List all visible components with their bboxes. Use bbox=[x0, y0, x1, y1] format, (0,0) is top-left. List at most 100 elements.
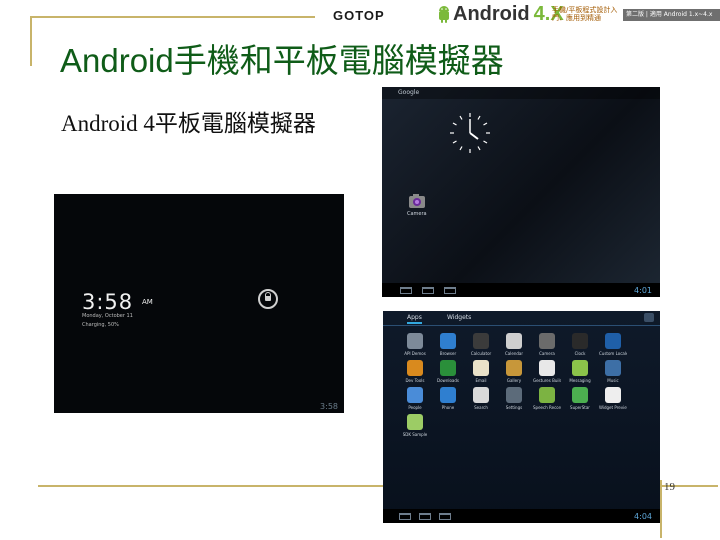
app-launcher-item[interactable]: Custom Locale bbox=[599, 333, 627, 356]
tab-widgets[interactable]: Widgets bbox=[447, 314, 471, 321]
app-launcher-item[interactable]: Search bbox=[467, 387, 495, 410]
app-launcher-item[interactable]: Camera bbox=[533, 333, 561, 356]
app-launcher-item[interactable]: Browser bbox=[434, 333, 462, 356]
app-launcher-item[interactable]: Messaging bbox=[566, 360, 594, 383]
app-label: Messaging bbox=[569, 378, 591, 383]
frame-left-line bbox=[30, 16, 32, 66]
app-launcher-item[interactable]: People bbox=[401, 387, 429, 410]
camera-icon[interactable] bbox=[408, 193, 426, 209]
back-icon[interactable] bbox=[400, 287, 412, 294]
camera-label: Camera bbox=[407, 211, 427, 217]
app-label: Browser bbox=[439, 351, 457, 356]
app-label: Downloads bbox=[437, 378, 459, 383]
app-label: Phone bbox=[441, 405, 455, 410]
app-label: Music bbox=[607, 378, 619, 383]
app-icon bbox=[539, 360, 555, 376]
lock-icon bbox=[265, 296, 271, 301]
app-label: Calendar bbox=[505, 351, 523, 356]
app-icon bbox=[440, 387, 456, 403]
book-title: Android bbox=[453, 2, 530, 25]
home-screen-screenshot: Google Camera 4:01 bbox=[382, 87, 660, 297]
apps-status-time: 4:04 bbox=[634, 512, 652, 521]
page-number: 19 bbox=[664, 481, 675, 493]
app-icon bbox=[440, 333, 456, 349]
app-label: Search bbox=[474, 405, 488, 410]
app-launcher-item[interactable]: Calendar bbox=[500, 333, 528, 356]
tab-apps[interactable]: Apps bbox=[407, 314, 422, 324]
app-launcher-item[interactable]: Widget Preview bbox=[599, 387, 627, 410]
app-icon bbox=[407, 360, 423, 376]
app-icon bbox=[440, 360, 456, 376]
recent-apps-icon[interactable] bbox=[444, 287, 456, 294]
lock-status-time: 3:58 bbox=[320, 402, 338, 411]
app-launcher-item[interactable]: Dev Tools bbox=[401, 360, 429, 383]
app-launcher-item[interactable]: Email bbox=[467, 360, 495, 383]
app-label: Settings bbox=[505, 405, 523, 410]
app-icon bbox=[473, 333, 489, 349]
back-icon[interactable] bbox=[399, 513, 411, 520]
apps-screen-screenshot: Apps Widgets API Demos Browser Calculator C… bbox=[383, 311, 660, 523]
lock-ampm: AM bbox=[142, 298, 153, 306]
app-launcher-item[interactable]: SuperStar bbox=[566, 387, 594, 410]
slide-title: Android手機和平板電腦模擬器 bbox=[60, 42, 504, 79]
market-icon[interactable] bbox=[644, 313, 654, 322]
lock-charging-status: Charging, 50% bbox=[82, 322, 119, 328]
unlock-ring-icon[interactable] bbox=[258, 289, 278, 309]
analog-clock-icon bbox=[450, 113, 490, 153]
app-icon bbox=[605, 360, 621, 376]
app-launcher-item[interactable]: Settings bbox=[500, 387, 528, 410]
app-icon bbox=[407, 333, 423, 349]
app-label: Dev Tools bbox=[405, 378, 425, 383]
app-label: SDK Sample bbox=[402, 432, 428, 437]
publisher-logo: GOTOP bbox=[333, 8, 385, 23]
app-icon bbox=[539, 333, 555, 349]
lock-time: 3:58 bbox=[82, 290, 134, 314]
app-icon bbox=[605, 333, 621, 349]
app-icon bbox=[506, 387, 522, 403]
home-icon[interactable] bbox=[419, 513, 431, 520]
app-launcher-item[interactable]: SDK Sample bbox=[401, 414, 429, 437]
app-label: Gestures Builder bbox=[533, 378, 561, 383]
home-icon[interactable] bbox=[422, 287, 434, 294]
app-icon bbox=[539, 387, 555, 403]
book-logo: Android 4.X bbox=[437, 3, 564, 25]
app-icon bbox=[605, 387, 621, 403]
app-label: Widget Preview bbox=[599, 405, 627, 410]
frame-right-line bbox=[660, 480, 662, 538]
app-label: People bbox=[408, 405, 422, 410]
app-label: Speech Recorder bbox=[533, 405, 561, 410]
apps-tab-bar: Apps Widgets bbox=[383, 311, 660, 326]
app-label: API Demos bbox=[404, 351, 426, 356]
app-icon bbox=[572, 360, 588, 376]
lock-date: Monday, October 11 bbox=[82, 313, 133, 319]
app-launcher-item[interactable]: Clock bbox=[566, 333, 594, 356]
lock-screen-screenshot: 3:58 AM Monday, October 11 Charging, 50%… bbox=[54, 194, 344, 413]
slide-subtitle: Android 4平板電腦模擬器 bbox=[61, 111, 316, 136]
app-icon bbox=[506, 360, 522, 376]
app-label: Custom Locale bbox=[599, 351, 627, 356]
app-icon bbox=[407, 387, 423, 403]
google-search-label: Google bbox=[398, 89, 420, 96]
app-launcher-item[interactable]: Gallery bbox=[500, 360, 528, 383]
app-label: Clock bbox=[574, 351, 586, 356]
home-top-bar: Google bbox=[382, 87, 660, 99]
app-label: SuperStar bbox=[570, 405, 590, 410]
book-edition-tag: 第二版 | 適用 Android 1.x~4.x bbox=[623, 9, 720, 21]
app-label: Camera bbox=[539, 351, 555, 356]
android-robot-icon bbox=[439, 6, 449, 23]
app-launcher-item[interactable]: API Demos bbox=[401, 333, 429, 356]
app-icon bbox=[572, 333, 588, 349]
app-launcher-item[interactable]: Calculator bbox=[467, 333, 495, 356]
app-launcher-item[interactable]: Speech Recorder bbox=[533, 387, 561, 410]
app-launcher-item[interactable]: Gestures Builder bbox=[533, 360, 561, 383]
recent-apps-icon[interactable] bbox=[439, 513, 451, 520]
app-icon bbox=[407, 414, 423, 430]
app-label: Email bbox=[475, 378, 487, 383]
app-label: Calculator bbox=[470, 351, 492, 356]
app-launcher-item[interactable]: Downloads bbox=[434, 360, 462, 383]
frame-top-line bbox=[30, 16, 315, 18]
app-launcher-item[interactable]: Music bbox=[599, 360, 627, 383]
app-icon bbox=[473, 387, 489, 403]
app-icon bbox=[572, 387, 588, 403]
app-launcher-item[interactable]: Phone bbox=[434, 387, 462, 410]
